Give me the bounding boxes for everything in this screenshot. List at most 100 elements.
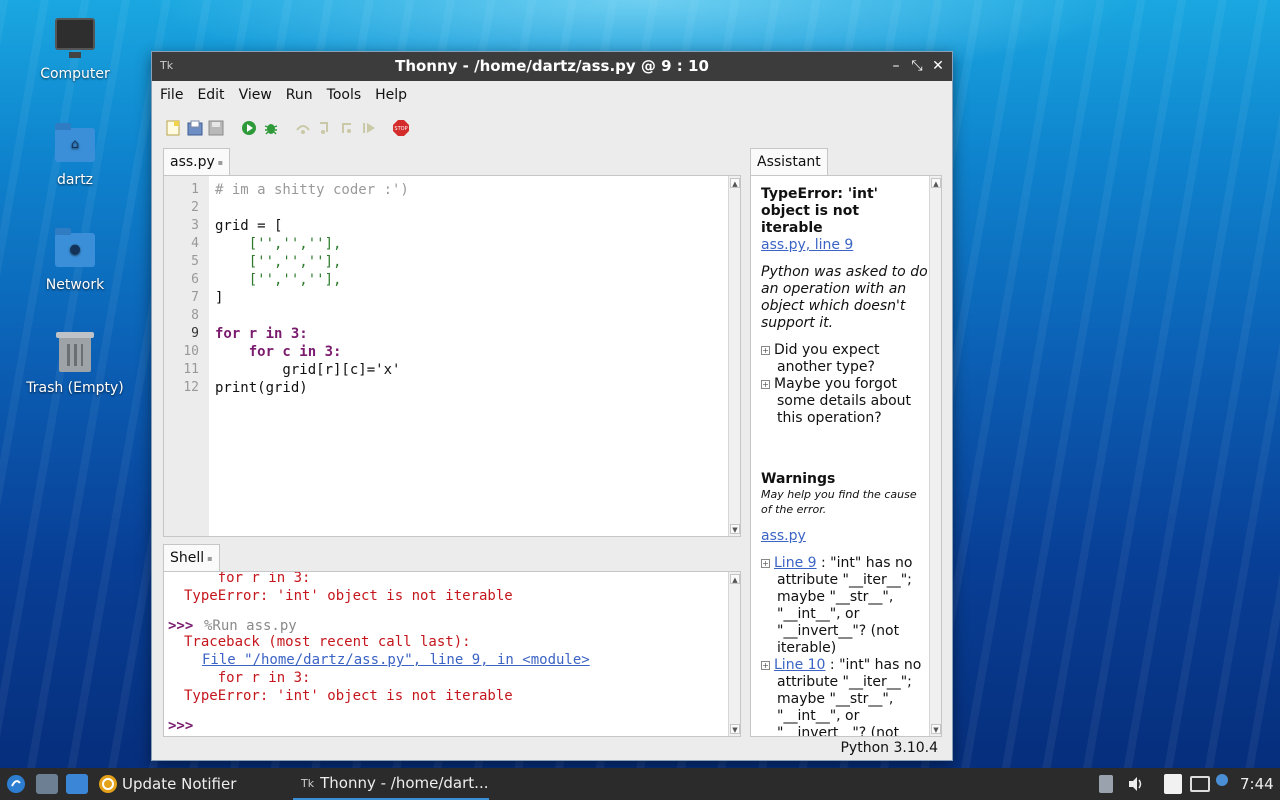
warnings-file-link[interactable]: ass.py (761, 528, 806, 545)
file-manager-icon (36, 774, 58, 794)
scroll-down-icon[interactable]: ▼ (730, 524, 740, 534)
resume-icon[interactable] (361, 120, 377, 136)
start-menu-icon (7, 775, 25, 793)
desktop-icon-trash[interactable]: Trash (Empty) (20, 330, 130, 396)
menu-run[interactable]: Run (286, 87, 313, 103)
line-number: 7 (191, 290, 199, 305)
scroll-down-icon[interactable]: ▼ (730, 724, 740, 734)
desktop-icon-label: dartz (56, 172, 94, 188)
network-folder-icon: ● (55, 228, 95, 267)
expand-icon[interactable]: + (761, 661, 770, 670)
menu-tools[interactable]: Tools (327, 87, 362, 103)
shell-line: TypeError: 'int' object is not iterable (184, 588, 513, 604)
warning-text: iterable) (777, 640, 837, 656)
thonny-task-icon: Tk (301, 776, 315, 790)
close-button[interactable]: ✕ (928, 56, 948, 76)
tray-volume[interactable] (1127, 768, 1145, 800)
scroll-down-icon[interactable]: ▼ (931, 724, 941, 734)
error-title: object is not (761, 203, 860, 219)
line-number: 5 (191, 254, 199, 269)
tab-close-icon[interactable]: ▪ (207, 554, 212, 563)
tray-network[interactable] (1190, 768, 1210, 800)
tab-ass-py[interactable]: ass.py ▪ (163, 148, 231, 176)
debug-icon[interactable] (263, 120, 279, 136)
menu-help[interactable]: Help (375, 87, 407, 103)
tab-close-icon[interactable]: ▪ (218, 158, 223, 167)
line-number: 10 (183, 344, 199, 359)
shell-scrollbar[interactable]: ▲ ▼ (728, 572, 740, 736)
step-out-icon[interactable] (339, 120, 355, 136)
taskbar: Update Notifier Tk Thonny - /home/dart..… (0, 768, 1280, 800)
expand-icon[interactable]: + (761, 559, 770, 568)
step-into-icon[interactable] (317, 120, 333, 136)
scroll-up-icon[interactable]: ▲ (730, 574, 740, 584)
update-notifier-icon (99, 775, 117, 793)
line-number: 11 (183, 362, 199, 377)
tab-assistant[interactable]: Assistant (750, 148, 828, 176)
expand-icon[interactable]: + (761, 380, 770, 389)
code-line: ['','',''], (215, 236, 342, 252)
python-version-status[interactable]: Python 3.10.4 (840, 740, 938, 756)
file-manager-launcher[interactable] (36, 768, 58, 800)
taskbar-item-thonny[interactable]: Tk Thonny - /home/dart... (293, 768, 489, 800)
tray-notes[interactable] (1164, 768, 1182, 800)
run-icon[interactable] (241, 120, 257, 136)
window-titlebar[interactable]: Tk Thonny - /home/dartz/ass.py @ 9 : 10 … (152, 52, 952, 81)
tray-clipboard[interactable] (1099, 768, 1113, 800)
scroll-up-icon[interactable]: ▲ (730, 178, 740, 188)
editor-scrollbar[interactable]: ▲ ▼ (728, 176, 740, 536)
window-title: Thonny - /home/dartz/ass.py @ 9 : 10 (395, 57, 709, 75)
computer-icon (55, 18, 95, 58)
tray-notifications[interactable] (1216, 768, 1228, 800)
line-number: 3 (191, 218, 199, 233)
show-desktop-launcher[interactable] (66, 768, 88, 800)
tab-shell[interactable]: Shell ▪ (163, 544, 220, 572)
warning-text: "__int__", or (777, 708, 860, 724)
warning-line-link[interactable]: Line 10 (774, 657, 825, 673)
assistant-scrollbar[interactable]: ▲ ▼ (929, 176, 941, 736)
code-editor[interactable]: 1 2 3 4 5 6 7 8 9 10 11 12 # im a shitty… (163, 175, 741, 537)
shell-line: for r in 3: (184, 670, 311, 686)
error-title: TypeError: 'int' (761, 186, 878, 202)
warning-item: + Line 10 : "int" has no (761, 657, 922, 673)
save-file-icon[interactable] (208, 120, 224, 136)
toolbar: STOP (152, 109, 952, 145)
stop-icon[interactable]: STOP (393, 120, 409, 136)
code-line: grid = [ (215, 218, 283, 234)
scroll-up-icon[interactable]: ▲ (931, 178, 941, 188)
new-file-icon[interactable] (165, 120, 181, 136)
shell-prompt: >>> (168, 618, 194, 634)
line-number-gutter: 1 2 3 4 5 6 7 8 9 10 11 12 (164, 176, 209, 536)
step-over-icon[interactable] (295, 120, 311, 136)
desktop-icon-label: Computer (40, 66, 110, 82)
line-number: 8 (191, 308, 199, 323)
warning-item: + Line 9 : "int" has no (761, 555, 913, 571)
hint-expand[interactable]: + Maybe you forgot (761, 376, 897, 393)
desktop-icon-computer[interactable]: Computer (20, 16, 130, 82)
line-number-current: 9 (191, 326, 199, 341)
shell-console[interactable]: for r in 3: TypeError: 'int' object is n… (163, 571, 741, 737)
line-number: 4 (191, 236, 199, 251)
warning-line-link[interactable]: Line 9 (774, 555, 817, 571)
taskbar-item-update-notifier[interactable]: Update Notifier (98, 768, 236, 800)
hint-text: this operation? (777, 410, 882, 426)
open-file-icon[interactable] (187, 120, 203, 136)
traceback-file-link[interactable]: File "/home/dartz/ass.py", line 9, in <m… (202, 652, 590, 668)
desktop-icon-home[interactable]: ⌂ dartz (20, 122, 130, 188)
shell-prompt[interactable]: >>> (168, 718, 193, 734)
menu-edit[interactable]: Edit (197, 87, 224, 103)
error-explanation: Python was asked to do (761, 264, 928, 280)
line-number: 1 (191, 182, 199, 197)
desktop-icon-network[interactable]: ● Network (20, 227, 130, 293)
error-explanation: an operation with an (761, 281, 907, 297)
minimize-button[interactable]: – (886, 56, 906, 76)
maximize-button[interactable]: ⤡ (907, 56, 927, 76)
menu-file[interactable]: File (160, 87, 183, 103)
expand-icon[interactable]: + (761, 346, 770, 355)
menu-view[interactable]: View (239, 87, 272, 103)
hint-expand[interactable]: + Did you expect (761, 342, 880, 359)
error-explanation: support it. (761, 315, 834, 331)
error-location-link[interactable]: ass.py, line 9 (761, 237, 853, 254)
start-menu-button[interactable] (6, 768, 26, 800)
clock[interactable]: 7:44 (1240, 768, 1274, 800)
